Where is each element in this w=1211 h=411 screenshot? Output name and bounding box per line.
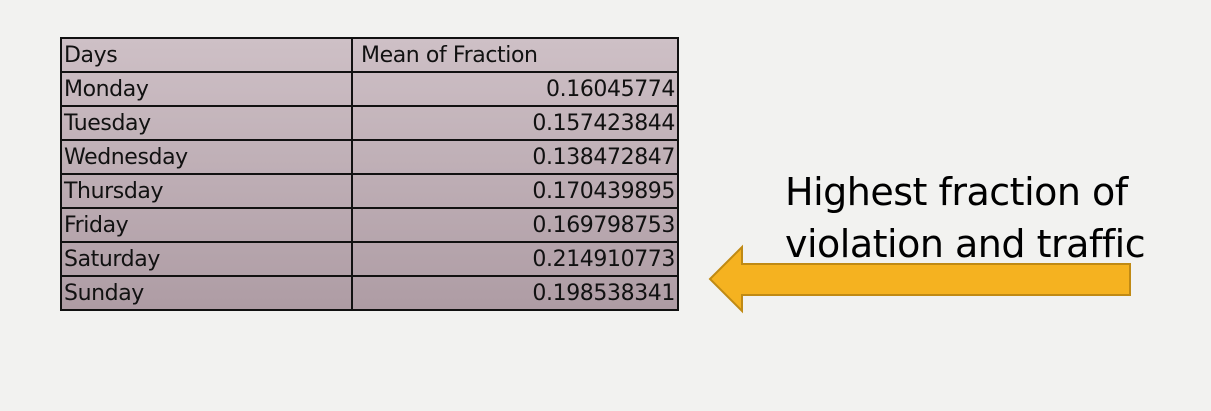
table-row: Monday 0.16045774 <box>60 71 679 107</box>
column-header-mean-of-fraction: Mean of Fraction <box>351 37 679 73</box>
table-row: Sunday 0.198538341 <box>60 275 679 311</box>
column-header-days: Days <box>60 37 353 73</box>
table-row: Tuesday 0.157423844 <box>60 105 679 141</box>
mean-fraction-cell: 0.157423844 <box>351 105 679 141</box>
mean-fraction-cell: 0.138472847 <box>351 139 679 175</box>
mean-fraction-cell: 0.170439895 <box>351 173 679 209</box>
day-cell: Wednesday <box>60 139 353 175</box>
mean-fraction-cell: 0.214910773 <box>351 241 679 277</box>
day-cell: Friday <box>60 207 353 243</box>
mean-fraction-cell: 0.169798753 <box>351 207 679 243</box>
table-row: Thursday 0.170439895 <box>60 173 679 209</box>
left-arrow-shape <box>708 244 1131 314</box>
table-header-row: Days Mean of Fraction <box>60 37 679 73</box>
day-cell: Monday <box>60 71 353 107</box>
table-row: Saturday 0.214910773 <box>60 241 679 277</box>
fraction-table: Days Mean of Fraction Monday 0.16045774 … <box>60 37 679 311</box>
table-row: Wednesday 0.138472847 <box>60 139 679 175</box>
callout-line-1: Highest fraction of <box>785 170 1128 214</box>
day-cell: Tuesday <box>60 105 353 141</box>
left-arrow-icon <box>708 244 1131 314</box>
mean-fraction-cell: 0.16045774 <box>351 71 679 107</box>
table-row: Friday 0.169798753 <box>60 207 679 243</box>
day-cell: Thursday <box>60 173 353 209</box>
day-cell: Sunday <box>60 275 353 311</box>
day-cell: Saturday <box>60 241 353 277</box>
mean-fraction-cell: 0.198538341 <box>351 275 679 311</box>
